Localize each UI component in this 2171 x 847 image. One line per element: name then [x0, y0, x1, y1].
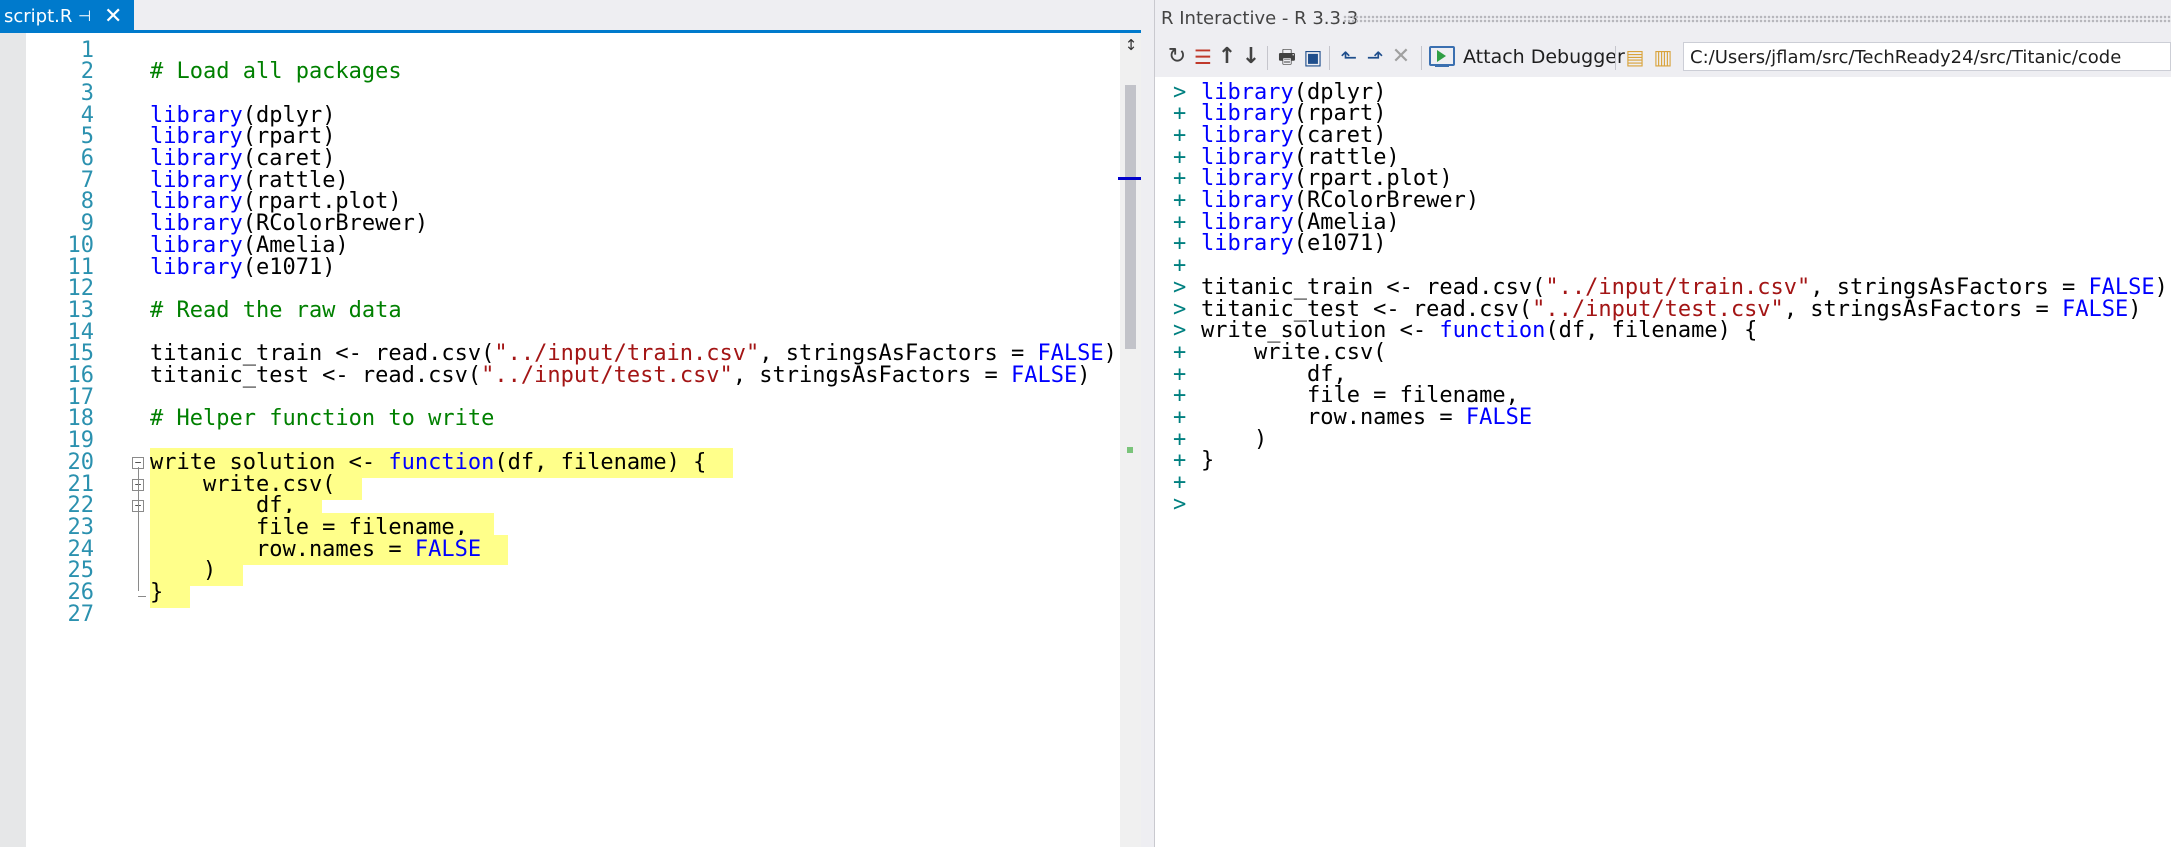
toolbar-separator — [1329, 46, 1330, 70]
repl-console[interactable]: > library(dplyr) + library(rpart) + library(c… — [1155, 77, 2171, 847]
source-script-echo-icon[interactable]: ⬏ — [1361, 42, 1389, 72]
source-script-icon[interactable]: ⬑ — [1335, 42, 1363, 72]
tool-window-titlebar[interactable]: R Interactive - R 3.3.3 — [1155, 0, 2171, 38]
attach-debugger-icon — [1429, 46, 1455, 67]
indicator-margin — [0, 33, 26, 847]
console-line: > — [1155, 490, 2171, 520]
scrollbar-thumb[interactable] — [1125, 85, 1136, 349]
reset-icon[interactable]: ↻ — [1163, 42, 1191, 72]
console-prompt: > — [1173, 491, 1187, 517]
code-line[interactable]: 27 — [28, 600, 1120, 630]
code-editor[interactable]: 1 2 # Load all packages 3 4 library(dplyr) 5 li… — [28, 33, 1120, 847]
tab-title: script.R — [4, 6, 73, 27]
tool-window-title: R Interactive - R 3.3.3 — [1161, 8, 1359, 29]
toolbar-separator — [1615, 46, 1616, 70]
editor-vertical-scrollbar[interactable]: ↕ — [1118, 33, 1144, 847]
toolbar-separator — [1421, 46, 1422, 70]
attach-debugger-label: Attach Debugger — [1463, 46, 1625, 68]
load-workspace-icon[interactable]: 🖶 — [1273, 42, 1301, 72]
titlebar-grip[interactable] — [1343, 15, 2171, 23]
change-marker — [1127, 447, 1133, 453]
select-directory-icon[interactable]: ▤ — [1621, 42, 1649, 72]
tab-script-r[interactable]: script.R ⊣ ✕ — [0, 0, 134, 32]
working-directory-field[interactable]: C:/Users/jflam/src/TechReady24/src/Titan… — [1683, 42, 2171, 71]
repl-toolbar: ↻ ☰ ↑ ↓ 🖶 ▣ ⬑ ⬏ ✕ Attach Debugger ▤ ▥ C:… — [1155, 38, 2171, 77]
outline-guide — [138, 466, 139, 591]
save-workspace-icon[interactable]: ▣ — [1299, 42, 1327, 72]
outline-guide-end — [138, 596, 146, 597]
pane-splitter[interactable] — [1141, 0, 1155, 847]
toolbar-separator — [1267, 46, 1268, 70]
close-icon[interactable]: ✕ — [104, 0, 122, 33]
interrupt-icon[interactable]: ✕ — [1387, 42, 1415, 72]
pin-icon[interactable]: ⊣ — [78, 0, 91, 33]
history-down-icon[interactable]: ↓ — [1237, 42, 1265, 72]
r-interactive-pane: R Interactive - R 3.3.3 ↻ ☰ ↑ ↓ 🖶 ▣ ⬑ ⬏ … — [1155, 0, 2171, 847]
set-to-project-directory-icon[interactable]: ▥ — [1649, 42, 1677, 72]
line-number: 27 — [67, 601, 95, 627]
attach-debugger-button[interactable]: Attach Debugger — [1429, 42, 1625, 72]
split-icon[interactable]: ↕ — [1123, 35, 1139, 55]
script-editor-pane: script.R ⊣ ✕ 1 2 # Load all packages 3 4 libr… — [0, 0, 1144, 847]
document-tab-strip: script.R ⊣ ✕ — [0, 0, 1141, 33]
